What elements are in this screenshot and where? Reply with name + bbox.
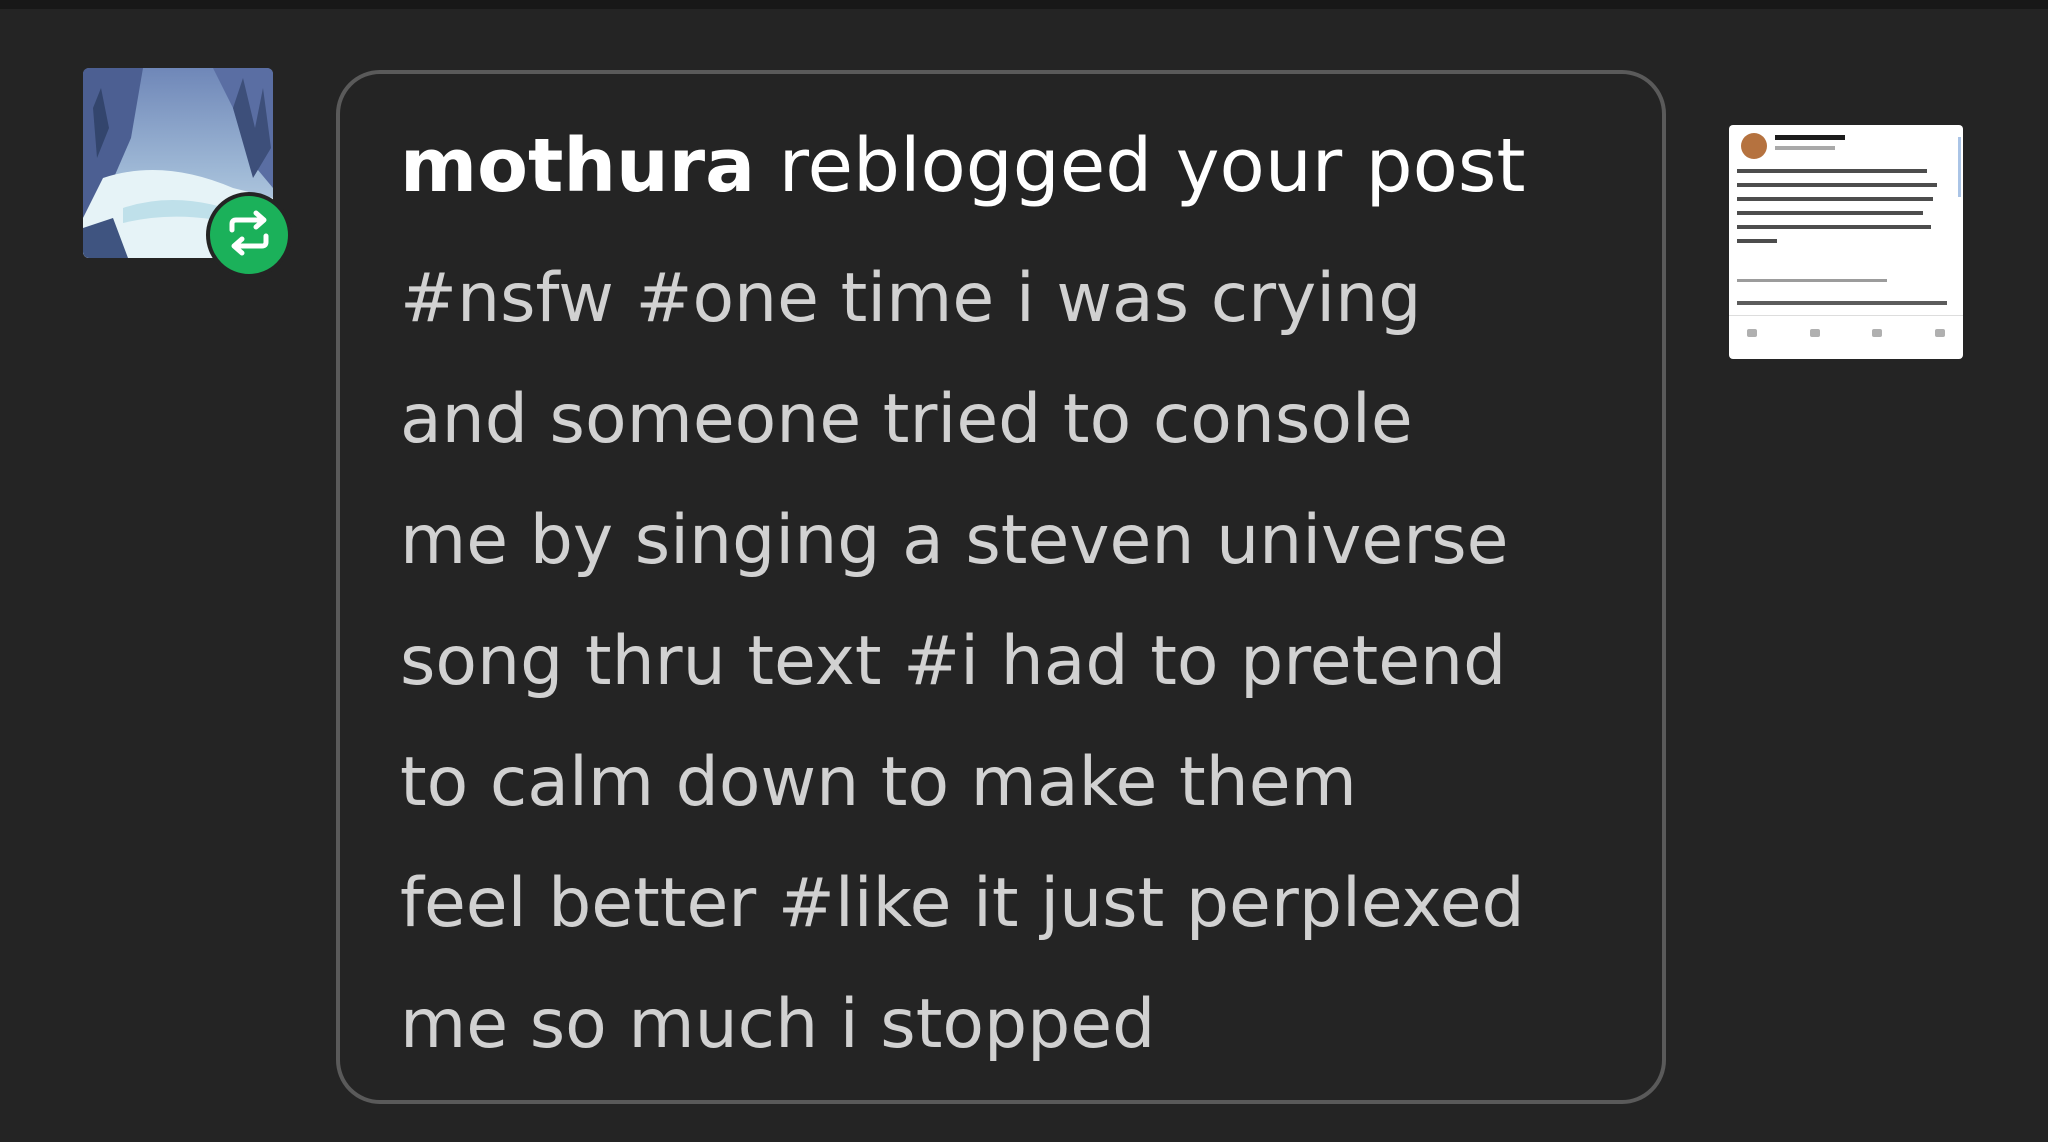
username-link[interactable]: mothura [400, 123, 755, 209]
thumbnail-divider [1729, 315, 1963, 316]
thumbnail-text-line [1737, 197, 1933, 201]
tags-line: song thru text #i had to pretend [400, 622, 1507, 701]
thumbnail-text-line [1737, 169, 1927, 173]
post-tags: #nsfw #one time i was crying and someone… [400, 238, 1630, 1085]
thumbnail-text-line [1737, 211, 1923, 215]
like-icon [1872, 329, 1883, 337]
tags-line: #nsfw #one time i was crying [400, 259, 1422, 338]
thumbnail-stats-line [1737, 301, 1947, 305]
tags-line: me so much i stopped [400, 985, 1156, 1064]
thumbnail-scrollbar [1958, 137, 1961, 197]
thumbnail-profile-picture [1741, 133, 1767, 159]
share-icon [1934, 329, 1945, 337]
thumbnail-action-row [1747, 329, 1945, 337]
notification-headline: mothura reblogged your post [400, 118, 1526, 214]
reply-icon [1747, 329, 1757, 337]
tags-line: and someone tried to console [400, 380, 1413, 459]
top-bar [0, 0, 2048, 9]
retweet-icon [1809, 329, 1820, 337]
notification-action: reblogged your post [778, 123, 1526, 209]
thumbnail-meta-line [1737, 279, 1887, 282]
tags-line: to calm down to make them [400, 743, 1357, 822]
thumbnail-handle-bar [1775, 146, 1835, 150]
thumbnail-text-line [1737, 183, 1937, 187]
notification-card[interactable]: mothura reblogged your post #nsfw #one t… [336, 70, 1666, 1104]
thumbnail-name-bar [1775, 135, 1845, 140]
thumbnail-text-line [1737, 225, 1931, 229]
post-thumbnail[interactable] [1729, 125, 1963, 359]
thumbnail-text-line [1737, 239, 1777, 243]
reblog-icon [224, 208, 274, 262]
reblog-badge [206, 192, 292, 278]
tags-line: feel better #like it just perplexed [400, 864, 1525, 943]
tags-line: me by singing a steven universe [400, 501, 1509, 580]
